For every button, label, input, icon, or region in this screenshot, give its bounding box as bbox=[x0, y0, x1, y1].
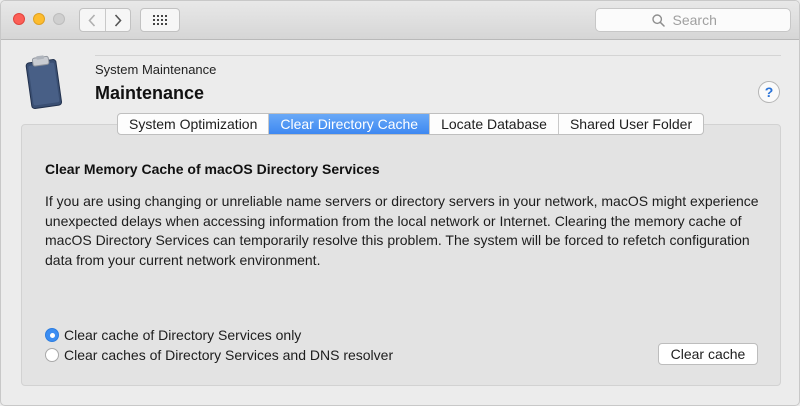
option-label: Clear caches of Directory Services and D… bbox=[64, 347, 394, 363]
option-directory-services-only[interactable]: Clear cache of Directory Services only bbox=[45, 327, 301, 343]
page-subtitle: System Maintenance bbox=[95, 62, 217, 77]
radio-button-checked[interactable] bbox=[45, 328, 59, 342]
page-title: Maintenance bbox=[95, 83, 205, 103]
clipboard-icon bbox=[25, 55, 63, 109]
chevron-left-icon bbox=[88, 13, 96, 27]
show-all-button[interactable] bbox=[140, 8, 180, 32]
minimize-window-button[interactable] bbox=[33, 13, 45, 25]
close-window-button[interactable] bbox=[13, 13, 25, 25]
search-icon bbox=[651, 13, 665, 27]
tab-bar: System Optimization Clear Directory Cach… bbox=[117, 113, 705, 135]
toolbar bbox=[1, 1, 799, 40]
help-button[interactable]: ? bbox=[758, 81, 780, 103]
tab-locate-database[interactable]: Locate Database bbox=[429, 114, 558, 134]
radio-button-unchecked[interactable] bbox=[45, 348, 59, 362]
header-divider bbox=[95, 55, 781, 56]
app-window: System Maintenance Maintenance ? System … bbox=[0, 0, 800, 406]
search-field[interactable] bbox=[595, 8, 791, 32]
option-directory-services-and-dns[interactable]: Clear caches of Directory Services and D… bbox=[45, 347, 393, 363]
chevron-right-icon bbox=[114, 13, 122, 27]
section-title: Clear Memory Cache of macOS Directory Se… bbox=[45, 161, 380, 177]
tab-shared-user-folder[interactable]: Shared User Folder bbox=[557, 114, 703, 134]
forward-button[interactable] bbox=[104, 9, 131, 31]
search-input[interactable] bbox=[670, 11, 735, 29]
back-button[interactable] bbox=[80, 9, 105, 31]
grid-icon bbox=[153, 15, 167, 25]
section-description: If you are using changing or unreliable … bbox=[45, 193, 759, 268]
tab-system-optimization[interactable]: System Optimization bbox=[118, 114, 268, 134]
clear-cache-button[interactable]: Clear cache bbox=[658, 343, 758, 365]
tab-clear-directory-cache[interactable]: Clear Directory Cache bbox=[268, 114, 430, 134]
help-icon: ? bbox=[764, 84, 774, 100]
option-label: Clear cache of Directory Services only bbox=[64, 327, 302, 343]
zoom-window-button[interactable] bbox=[53, 13, 65, 25]
navigation-group bbox=[79, 8, 131, 32]
